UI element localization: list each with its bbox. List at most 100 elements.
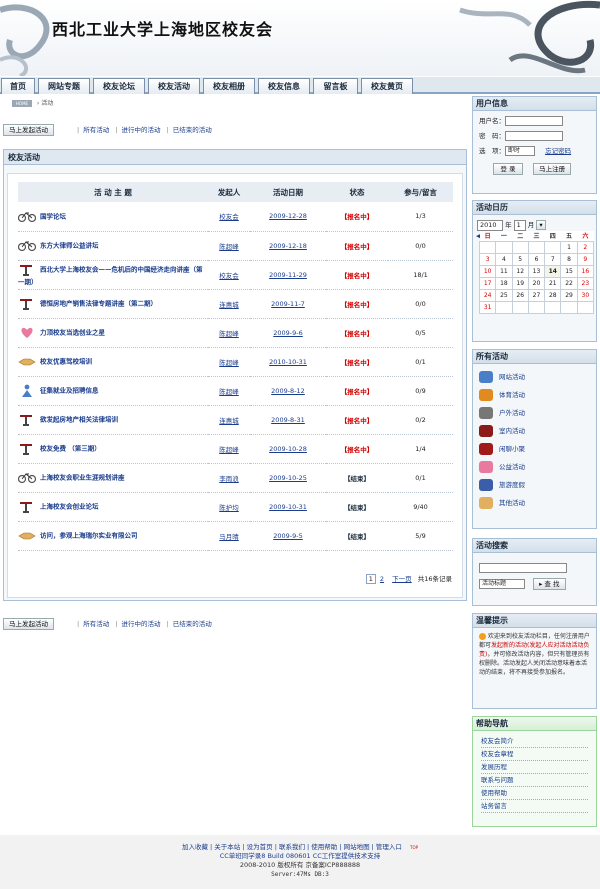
calendar-day[interactable]: 2 <box>576 240 595 254</box>
activity-date-link[interactable]: 2009-10-28 <box>269 445 307 453</box>
calendar-day[interactable]: 12 <box>511 264 529 278</box>
calendar-day[interactable]: 18 <box>495 276 513 290</box>
page-2-link[interactable]: 2 <box>380 575 384 583</box>
ended-activities-link-bottom[interactable]: 已结束的活动 <box>173 620 212 628</box>
month-dropdown-icon[interactable]: ▾ <box>536 220 546 230</box>
calendar-day[interactable]: 3 <box>478 252 497 266</box>
activity-date-link[interactable]: 2009-9-6 <box>273 329 303 337</box>
ended-activities-link[interactable]: 已结束的活动 <box>173 126 212 134</box>
activity-topic-link[interactable]: 欲发起房地产相关法律培训 <box>40 416 118 424</box>
register-button[interactable]: 马上注册 <box>533 163 572 175</box>
calendar-day[interactable]: 23 <box>576 276 595 290</box>
login-option-select[interactable]: 即时 <box>505 146 535 156</box>
search-field-select[interactable]: 活动标题 <box>479 579 525 589</box>
activity-topic-link[interactable]: 国学论坛 <box>40 212 66 220</box>
calendar-day[interactable]: 31 <box>478 300 497 314</box>
activity-topic-link[interactable]: 西北大学上海校友会——危机后的中国经济走向讲座（第一期） <box>18 266 203 287</box>
new-activity-button-bottom[interactable]: 马上发起活动 <box>3 618 54 630</box>
activity-date-link[interactable]: 2009-10-31 <box>269 503 307 511</box>
activity-user-link[interactable]: 连惠城 <box>219 417 239 425</box>
activity-date-link[interactable]: 2009-8-31 <box>271 416 305 424</box>
login-button[interactable]: 登 录 <box>493 163 523 175</box>
activity-date-link[interactable]: 2010-10-31 <box>269 358 307 366</box>
calendar-day[interactable]: 11 <box>495 264 513 278</box>
activity-user-link[interactable]: 校友会 <box>219 213 239 221</box>
help-link[interactable]: 站务留言 <box>481 800 588 813</box>
all-activities-link[interactable]: 所有活动 <box>83 126 109 134</box>
help-link[interactable]: 发展历程 <box>481 761 588 774</box>
help-link[interactable]: 使用帮助 <box>481 787 588 800</box>
nav-tab-info[interactable]: 校友信息 <box>258 78 310 94</box>
password-input[interactable] <box>505 131 563 141</box>
activity-date-link[interactable]: 2009-8-12 <box>271 387 305 395</box>
calendar-day[interactable]: 21 <box>544 276 562 290</box>
back-to-top-icon[interactable]: TOP <box>410 845 418 850</box>
calendar-day[interactable]: 29 <box>560 288 578 302</box>
activity-topic-link[interactable]: 力顶校友当选创业之星 <box>40 329 105 337</box>
category-item[interactable]: 网站活动 <box>479 368 590 386</box>
calendar-day[interactable]: 13 <box>527 264 546 278</box>
calendar-day[interactable]: 30 <box>576 288 595 302</box>
calendar-day[interactable]: 5 <box>511 252 529 266</box>
activity-user-link[interactable]: 陈超峰 <box>219 243 239 251</box>
calendar-day[interactable]: 26 <box>511 288 529 302</box>
activity-topic-link[interactable]: 校友优惠驾校培训 <box>40 358 92 366</box>
help-link[interactable]: 校友会简介 <box>481 735 588 748</box>
calendar-year-input[interactable]: 2010 <box>477 219 503 231</box>
nav-tab-guestbook[interactable]: 留言板 <box>313 78 358 94</box>
calendar-day[interactable]: 19 <box>511 276 529 290</box>
activity-user-link[interactable]: 李雨浪 <box>219 475 239 483</box>
nav-tab-forum[interactable]: 校友论坛 <box>93 78 145 94</box>
help-link[interactable]: 校友会章程 <box>481 748 588 761</box>
category-item[interactable]: 户外活动 <box>479 404 590 422</box>
nav-tab-yellowpages[interactable]: 校友黄页 <box>361 78 413 94</box>
calendar-day[interactable]: 25 <box>495 288 513 302</box>
home-icon[interactable]: HOME <box>12 100 32 107</box>
calendar-day[interactable]: 9 <box>576 252 595 266</box>
activity-user-link[interactable]: 陈护均 <box>219 504 239 512</box>
nav-tab-topics[interactable]: 网站专题 <box>38 78 90 94</box>
activity-topic-link[interactable]: 访问，参观上海瑞尔实业有限公司 <box>40 532 138 540</box>
activity-user-link[interactable]: 陈超峰 <box>219 446 239 454</box>
calendar-day[interactable]: 24 <box>478 288 497 302</box>
activity-topic-link[interactable]: 东方大律师公益讲坛 <box>40 242 99 250</box>
all-activities-link-bottom[interactable]: 所有活动 <box>83 620 109 628</box>
search-button[interactable]: ▸ 查 找 <box>533 578 566 590</box>
calendar-day[interactable]: 1 <box>560 240 578 254</box>
activity-user-link[interactable]: 连惠城 <box>219 301 239 309</box>
calendar-day[interactable]: 7 <box>544 252 562 266</box>
activity-user-link[interactable]: 陈超峰 <box>219 388 239 396</box>
nav-tab-album[interactable]: 校友相册 <box>203 78 255 94</box>
next-page-link[interactable]: 下一页 <box>392 575 412 583</box>
calendar-day[interactable]: 8 <box>560 252 578 266</box>
activity-date-link[interactable]: 2009-11-7 <box>271 300 305 308</box>
category-item[interactable]: 体育活动 <box>479 386 590 404</box>
calendar-day[interactable]: 4 <box>495 252 513 266</box>
category-item[interactable]: 旅游度假 <box>479 476 590 494</box>
search-input[interactable] <box>479 563 567 573</box>
calendar-month-input[interactable]: 1 <box>513 219 526 231</box>
nav-tab-home[interactable]: 首页 <box>1 78 35 94</box>
calendar-day[interactable]: 27 <box>527 288 546 302</box>
activity-user-link[interactable]: 陈超峰 <box>219 330 239 338</box>
category-item[interactable]: 公益活动 <box>479 458 590 476</box>
username-input[interactable] <box>505 116 563 126</box>
activity-topic-link[interactable]: 德恒房地产销售法律专题讲座（第二期） <box>40 300 157 308</box>
activity-user-link[interactable]: 校友会 <box>219 272 239 280</box>
activity-topic-link[interactable]: 校友免费 （第三期） <box>40 445 101 453</box>
activity-user-link[interactable]: 马月晴 <box>219 533 239 541</box>
footer-links[interactable]: 加入收藏 | 关于本站 | 设为首页 | 联系我们 | 使用帮助 | 网站地图 … <box>0 843 600 852</box>
ongoing-activities-link-bottom[interactable]: 进行中的活动 <box>121 620 160 628</box>
category-item[interactable]: 其他活动 <box>479 494 590 512</box>
ongoing-activities-link[interactable]: 进行中的活动 <box>121 126 160 134</box>
activity-date-link[interactable]: 2009-11-29 <box>269 271 307 279</box>
forgot-password-link[interactable]: 忘记密码 <box>545 147 571 155</box>
activity-topic-link[interactable]: 上海校友会创业论坛 <box>40 503 99 511</box>
calendar-day[interactable]: 10 <box>478 264 497 278</box>
activity-date-link[interactable]: 2009-12-18 <box>269 242 307 250</box>
category-item[interactable]: 闲聊小聚 <box>479 440 590 458</box>
calendar-day[interactable]: 14 <box>544 264 562 278</box>
calendar-day[interactable]: 16 <box>576 264 595 278</box>
activity-topic-link[interactable]: 征集就业及招聘信息 <box>40 387 99 395</box>
new-activity-button[interactable]: 马上发起活动 <box>3 124 54 136</box>
